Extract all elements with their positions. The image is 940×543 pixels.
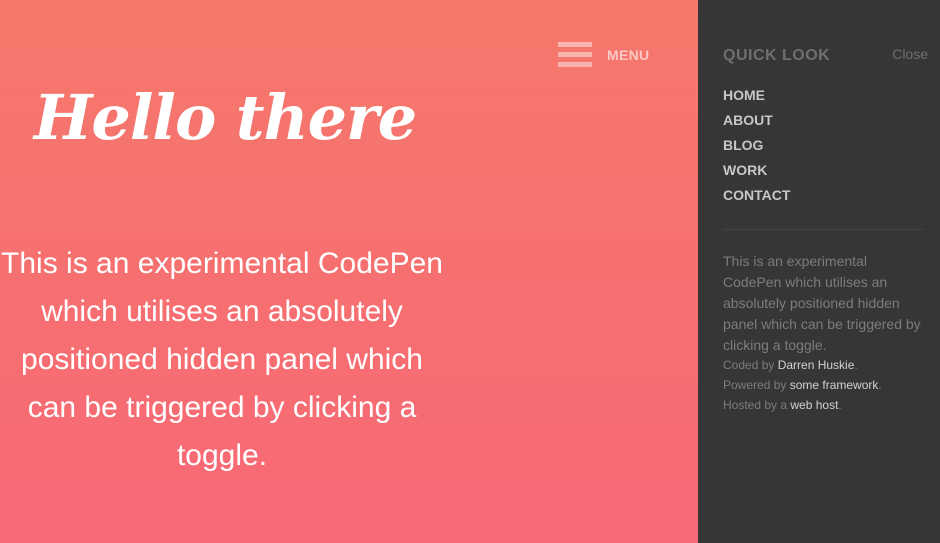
credit-period: .: [838, 398, 842, 412]
credit-coded-prefix: Coded by: [723, 358, 778, 372]
hero-title: Hello there: [33, 81, 417, 154]
panel-nav: HOME ABOUT BLOG WORK CONTACT: [723, 87, 790, 212]
page: MENU Hello there This is an experimental…: [0, 0, 940, 543]
nav-item-home[interactable]: HOME: [723, 87, 790, 112]
hamburger-bar: [558, 42, 592, 47]
credit-powered: Powered by some framework.: [723, 375, 933, 395]
divider: [723, 229, 923, 230]
nav-item-work[interactable]: WORK: [723, 162, 790, 187]
credit-hosted-link[interactable]: web host: [790, 398, 838, 412]
panel-title: QUICK LOOK: [723, 47, 831, 64]
panel-description: This is an experimental CodePen which ut…: [723, 253, 921, 353]
nav-item-blog[interactable]: BLOG: [723, 137, 790, 162]
quick-look-panel: QUICK LOOK Close HOME ABOUT BLOG WORK CO…: [698, 0, 940, 543]
hero-text: This is an experimental CodePen which ut…: [1, 247, 443, 472]
credit-period: .: [854, 358, 858, 372]
hamburger-bar: [558, 62, 592, 67]
nav-item-about[interactable]: ABOUT: [723, 112, 790, 137]
credit-coded-link[interactable]: Darren Huskie: [778, 358, 855, 372]
credits: Coded by Darren Huskie. Powered by some …: [723, 355, 933, 415]
credit-period: .: [878, 378, 882, 392]
menu-label[interactable]: MENU: [607, 47, 649, 63]
main-content: MENU Hello there This is an experimental…: [0, 0, 698, 543]
nav-item-contact[interactable]: CONTACT: [723, 187, 790, 212]
credit-coded: Coded by Darren Huskie.: [723, 355, 933, 375]
credit-powered-prefix: Powered by: [723, 378, 790, 392]
credit-hosted-prefix: Hosted by a: [723, 398, 791, 412]
hamburger-icon[interactable]: [558, 42, 592, 67]
credit-hosted: Hosted by a web host.: [723, 395, 933, 415]
hamburger-bar: [558, 52, 592, 57]
menu-toggle-button[interactable]: MENU: [558, 42, 649, 67]
close-button[interactable]: Close: [892, 46, 928, 62]
credit-powered-link[interactable]: some framework: [790, 378, 879, 392]
